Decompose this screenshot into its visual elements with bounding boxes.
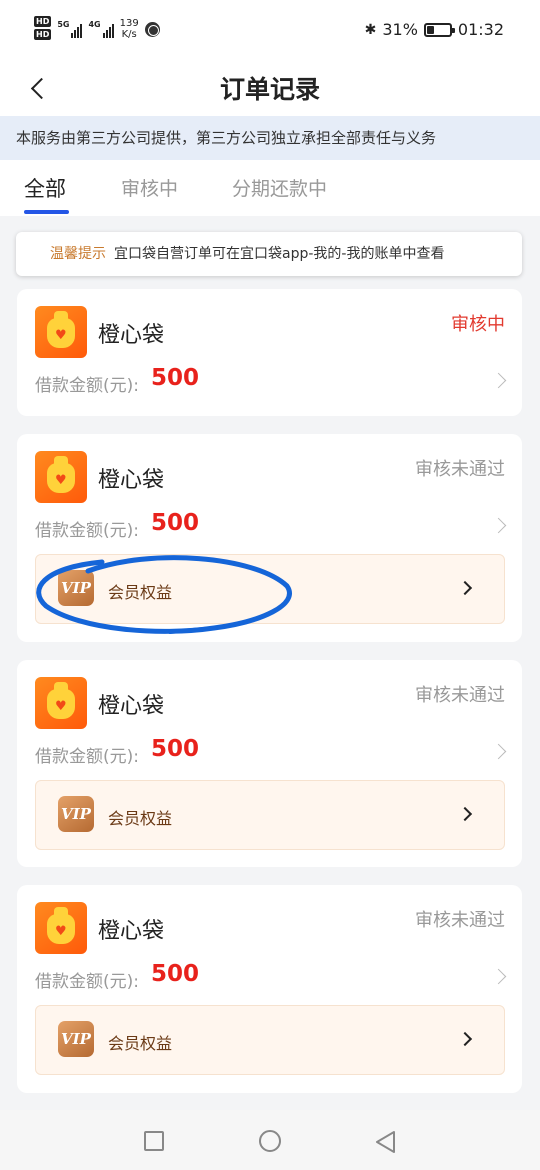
status-left: HD HD 5G 4G 139 K/s <box>34 16 160 42</box>
tip-label: 温馨提示 <box>50 246 106 262</box>
amount-value: 500 <box>151 961 200 987</box>
chevron-right-icon <box>457 1031 473 1047</box>
status-right: ✱ 31% 01:32 <box>365 20 504 39</box>
status-bar: HD HD 5G 4G 139 K/s ✱ 31% 01:32 <box>0 0 540 62</box>
tip-banner: 温馨提示 宜口袋自营订单可在宜口袋app-我的-我的账单中查看 <box>16 232 522 276</box>
amount-value: 500 <box>151 365 200 391</box>
tab-all[interactable]: 全部 <box>24 173 66 203</box>
chevron-right-icon <box>457 580 473 596</box>
member-benefits-label: 会员权益 <box>108 809 173 828</box>
chevron-right-icon <box>490 743 507 760</box>
tab-bar: 全部 审核中 分期还款中 <box>0 160 540 216</box>
header: 订单记录 <box>0 62 540 116</box>
brand-name: 橙心袋 <box>98 694 165 719</box>
member-benefits-label: 会员权益 <box>108 1034 173 1053</box>
order-card[interactable]: ♥ 橙心袋 审核未通过 借款金额(元): 500 VIP 会员权益 <box>17 434 522 642</box>
home-icon[interactable] <box>259 1130 281 1152</box>
amount-label: 借款金额(元): <box>35 376 139 396</box>
back-triangle-icon[interactable] <box>374 1130 398 1154</box>
signal-icon: 5G <box>57 20 83 38</box>
tab-reviewing[interactable]: 审核中 <box>121 174 178 201</box>
tab-installment[interactable]: 分期还款中 <box>232 174 327 201</box>
order-card[interactable]: ♥ 橙心袋 审核未通过 借款金额(元): 500 VIP 会员权益 <box>17 885 522 1093</box>
brand-logo-icon: ♥ <box>35 902 87 954</box>
tab-active-indicator <box>24 210 69 214</box>
vip-icon: VIP <box>58 796 94 832</box>
order-card[interactable]: ♥ 橙心袋 审核未通过 借款金额(元): 500 VIP 会员权益 <box>17 660 522 867</box>
vip-icon: VIP <box>58 1021 94 1057</box>
bluetooth-icon: ✱ <box>364 21 377 38</box>
battery-percent: 31% <box>382 20 418 39</box>
chevron-right-icon <box>490 517 507 534</box>
brand-logo-icon: ♥ <box>35 306 87 358</box>
net-speed-unit: K/s <box>121 29 137 40</box>
order-card[interactable]: ♥ 橙心袋 审核中 借款金额(元): 500 <box>17 289 522 416</box>
hd-label-bottom: HD <box>34 29 52 40</box>
amount-value: 500 <box>151 510 200 536</box>
chevron-right-icon <box>490 968 507 985</box>
order-status: 审核未通过 <box>415 910 505 931</box>
order-status: 审核未通过 <box>415 685 505 706</box>
signal-label-4g: 4G <box>88 20 101 29</box>
brand-name: 橙心袋 <box>98 919 165 944</box>
system-nav-bar <box>0 1110 540 1170</box>
globe-icon <box>144 21 160 37</box>
order-status: 审核未通过 <box>415 459 505 480</box>
amount-value: 500 <box>151 736 200 762</box>
brand-logo-icon: ♥ <box>35 677 87 729</box>
brand-name: 橙心袋 <box>98 323 165 348</box>
amount-label: 借款金额(元): <box>35 747 139 767</box>
recent-apps-icon[interactable] <box>144 1131 164 1151</box>
hd-label-top: HD <box>34 16 52 27</box>
brand-name: 橙心袋 <box>98 468 165 493</box>
tip-text: 宜口袋自营订单可在宜口袋app-我的-我的账单中查看 <box>114 246 445 262</box>
brand-logo-icon: ♥ <box>35 451 87 503</box>
order-status: 审核中 <box>451 314 505 335</box>
chevron-right-icon <box>490 372 507 389</box>
clock: 01:32 <box>457 20 504 39</box>
signal-icon-2: 4G <box>88 20 114 38</box>
chevron-right-icon <box>457 806 473 822</box>
amount-label: 借款金额(元): <box>35 521 139 541</box>
amount-label: 借款金额(元): <box>35 972 139 992</box>
page-title: 订单记录 <box>219 75 320 104</box>
signal-label-5g: 5G <box>57 20 70 29</box>
vip-icon: VIP <box>58 570 94 606</box>
disclaimer-banner: 本服务由第三方公司提供，第三方公司独立承担全部责任与义务 <box>0 116 540 160</box>
net-speed: 139 K/s <box>120 18 139 40</box>
member-benefits-row[interactable]: VIP 会员权益 <box>35 1005 505 1075</box>
member-benefits-label: 会员权益 <box>108 583 173 602</box>
member-benefits-row[interactable]: VIP 会员权益 <box>35 780 505 850</box>
battery-icon <box>423 22 455 37</box>
battery-fill <box>426 25 435 34</box>
hd-indicator: HD HD <box>34 16 52 42</box>
net-speed-value: 139 <box>119 18 139 29</box>
member-benefits-row[interactable]: VIP 会员权益 <box>35 554 505 624</box>
